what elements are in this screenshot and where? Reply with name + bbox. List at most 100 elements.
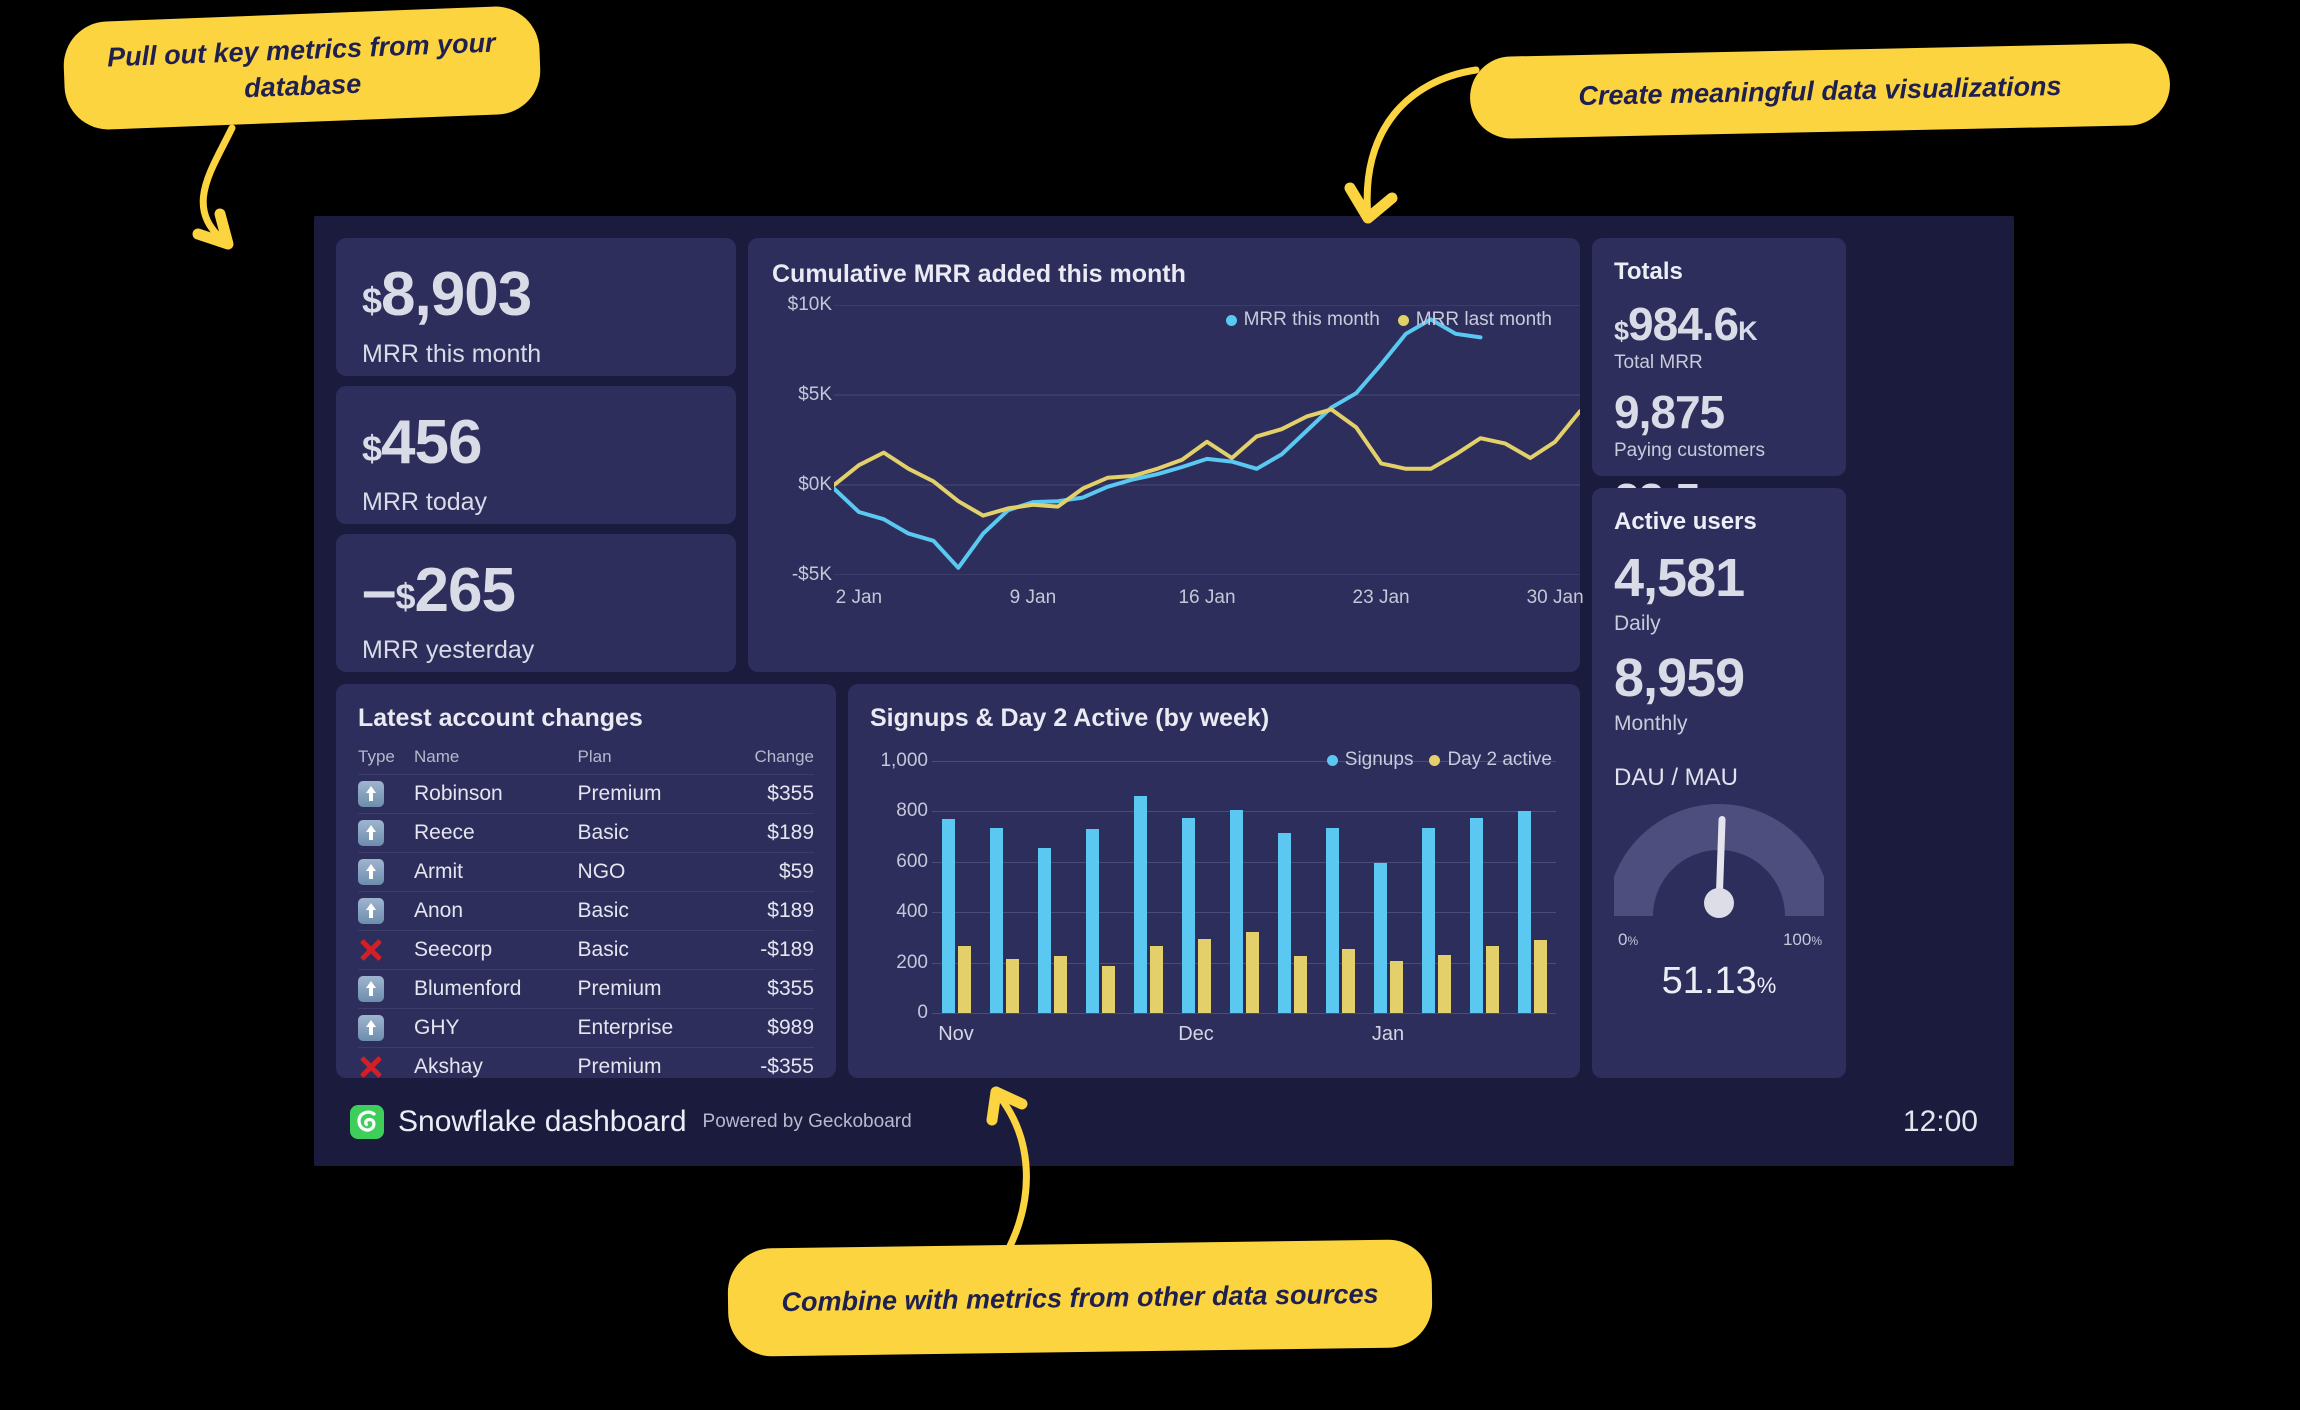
account-name-cell: Anon: [414, 891, 578, 931]
kpi-card-mrr-today[interactable]: $456 MRR today: [336, 386, 736, 524]
latest-account-changes-card[interactable]: Latest account changes Type Name Plan Chang…: [336, 684, 836, 1086]
x-tick-label: 16 Jan: [1178, 587, 1236, 608]
bar: [1101, 966, 1115, 1013]
y-tick-label: $5K: [798, 384, 832, 405]
x-tick-label: 9 Jan: [1009, 587, 1057, 608]
active-users-title: Active users: [1614, 508, 1757, 535]
table-row[interactable]: Anon Basic $189: [358, 891, 814, 931]
legend-item: Signups: [1326, 749, 1414, 771]
monthly-active-stat: 8,959 Monthly: [1614, 651, 1824, 736]
table-row[interactable]: Armit NGO $59: [358, 852, 814, 892]
bar: [1181, 817, 1195, 1013]
bar-group: [1412, 761, 1460, 1013]
change-type-cell: [358, 813, 414, 853]
kpi-card-mrr-yesterday[interactable]: –$265 MRR yesterday: [336, 534, 736, 672]
arrow-up-icon: [358, 976, 384, 1002]
line-chart-card[interactable]: Cumulative MRR added this month MRR this…: [748, 238, 1584, 672]
active-users-card[interactable]: Active users 4,581 Daily 8,959 Monthly D…: [1592, 488, 1846, 1078]
bar-group: [1268, 761, 1316, 1013]
change-amount-cell: $355: [723, 969, 814, 1009]
gauge-max-label: 100%: [1782, 930, 1822, 949]
callout-text: Combine with metrics from other data sou…: [781, 1278, 1379, 1317]
bar-chart-title: Signups & Day 2 Active (by week): [870, 704, 1270, 732]
total-mrr-label: Total MRR: [1614, 352, 1703, 373]
x-tick-label: Jan: [1371, 1023, 1405, 1045]
account-name-cell: Robinson: [414, 774, 578, 814]
gauge-value-number: 51.13: [1661, 960, 1757, 1002]
table-column-header: Plan: [577, 747, 724, 775]
clock: 12:00: [1902, 1105, 1978, 1138]
account-name-cell: Blumenford: [414, 969, 578, 1009]
minus-sign: –: [362, 556, 396, 625]
stat-suffix: K: [1738, 316, 1757, 346]
gauge-hub: [1704, 888, 1734, 918]
bar: [1421, 827, 1435, 1013]
bar: [1517, 811, 1531, 1013]
kpi-value: –$265: [362, 560, 736, 622]
kpi-label: MRR today: [362, 488, 488, 516]
arrow-up-icon: [358, 781, 384, 807]
bar: [1133, 796, 1147, 1013]
bar-chart-card[interactable]: Signups & Day 2 Active (by week) Signups…: [848, 684, 1580, 1078]
legend-dot-icon: [1397, 314, 1409, 326]
table-row[interactable]: Robinson Premium $355: [358, 774, 814, 814]
callout-text: Pull out key metrics from your database: [106, 27, 497, 104]
y-tick-label: -$5K: [791, 564, 832, 585]
totals-card[interactable]: Totals $984.6K Total MRR 9,875 Paying cu…: [1592, 238, 1846, 549]
bar-chart-y-axis: 0 200 400 600 800 1,000: [870, 750, 936, 1023]
bar-chart-canvas: [932, 761, 1556, 1014]
table-row[interactable]: GHY Enterprise $989: [358, 1008, 814, 1048]
y-tick-label: 1,000: [880, 750, 928, 771]
change-type-cell: [358, 1008, 414, 1048]
change-amount-cell: -$189: [723, 930, 814, 970]
paying-customers-stat: 9,875 Paying customers: [1614, 389, 1824, 462]
bar: [1037, 847, 1051, 1013]
bar-chart-plot-area: Signups Day 2 active 0 200 400 600 800 1,000 N…: [870, 747, 1556, 1057]
legend-label: MRR this month: [1243, 309, 1380, 330]
gauge-value-unit: %: [1756, 973, 1777, 998]
y-tick-label: 800: [896, 800, 928, 822]
table-column-header: Name: [414, 747, 578, 775]
daily-active-stat: 4,581 Daily: [1614, 551, 1824, 636]
change-amount-cell: $59: [723, 852, 814, 892]
bar: [1373, 863, 1387, 1013]
line-chart-canvas: [832, 304, 1582, 576]
legend-label: Day 2 active: [1447, 749, 1552, 770]
x-tick-label: 2 Jan: [835, 587, 883, 608]
y-tick-label: 0: [917, 1002, 928, 1023]
cross-icon: [358, 1054, 384, 1080]
plan-cell: Basic: [577, 891, 724, 931]
powered-by-label: Powered by Geckoboard: [702, 1111, 912, 1132]
change-amount-cell: $989: [723, 1008, 814, 1048]
bar: [1229, 810, 1243, 1013]
kpi-card-mrr-this-month[interactable]: $8,903 MRR this month: [336, 238, 736, 376]
plan-cell: Enterprise: [577, 1008, 724, 1048]
kpi-value: $456: [362, 412, 736, 474]
bar: [941, 818, 955, 1013]
table-header-row: Type Name Plan Change: [358, 747, 814, 775]
bar: [1085, 829, 1099, 1013]
table-title: Latest account changes: [358, 704, 643, 732]
table-row[interactable]: Reece Basic $189: [358, 813, 814, 853]
legend-item: MRR this month: [1225, 309, 1380, 331]
line-chart-x-axis: 2 Jan 9 Jan 16 Jan 23 Jan 30 Jan: [834, 587, 1584, 617]
arrow-up-icon: [358, 820, 384, 846]
x-tick-label: 23 Jan: [1352, 587, 1410, 608]
bar-chart-x-axis: Nov Dec Jan: [932, 1023, 1556, 1051]
bar-chart-legend: Signups Day 2 active: [1326, 749, 1552, 771]
table-row[interactable]: Blumenford Premium $355: [358, 969, 814, 1009]
kpi-label: MRR this month: [362, 340, 542, 368]
kpi-value: $8,903: [362, 264, 736, 326]
change-type-cell: [358, 891, 414, 931]
legend-item: Day 2 active: [1429, 749, 1552, 771]
legend-label: Signups: [1344, 749, 1414, 770]
table-row[interactable]: Seecorp Basic -$189: [358, 930, 814, 970]
account-name-cell: Armit: [414, 852, 578, 892]
gauge-min-label: 0%: [1618, 930, 1639, 949]
x-tick-label: Nov: [938, 1023, 974, 1045]
callout-bubble-1: Pull out key metrics from your database: [62, 4, 542, 132]
line-chart-title: Cumulative MRR added this month: [772, 260, 1186, 288]
legend-label: MRR last month: [1415, 309, 1552, 330]
x-tick-label: 30 Jan: [1526, 587, 1584, 608]
change-amount-cell: $355: [723, 774, 814, 814]
